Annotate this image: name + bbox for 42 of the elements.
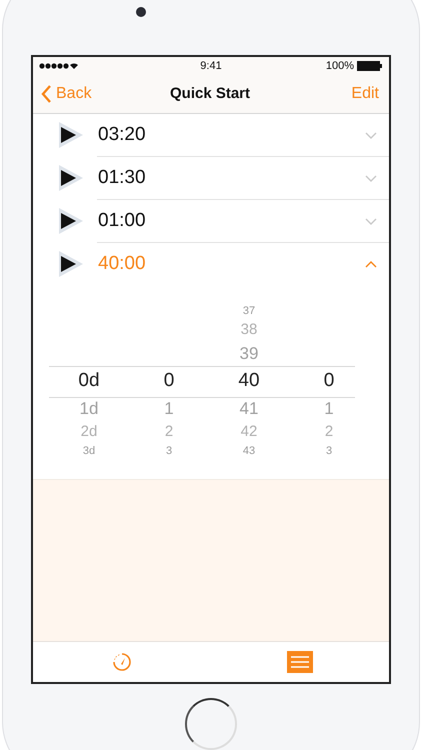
picker-option[interactable]: 1d (80, 396, 98, 421)
picker-option[interactable]: 1 (164, 396, 174, 421)
chevron-down-icon[interactable] (365, 174, 377, 182)
picker-selected-value[interactable]: 0d (78, 366, 100, 396)
picker-selected-value[interactable]: 0 (324, 366, 334, 396)
play-icon[interactable] (57, 207, 85, 236)
picker-selected-value[interactable]: 0 (164, 366, 174, 396)
picker-option[interactable]: 1 (324, 396, 334, 421)
battery-percent: 100% (326, 60, 354, 72)
battery-icon (357, 60, 383, 71)
picker-option[interactable]: 2 (164, 420, 174, 443)
signal-wifi-icon (39, 62, 81, 70)
picker-option[interactable]: 42 (240, 420, 258, 443)
picker-option[interactable]: 3 (326, 442, 332, 459)
picker-selected-value[interactable]: 40 (238, 366, 260, 396)
picker-option[interactable]: 38 (240, 318, 258, 341)
preset-time[interactable]: 01:30 (98, 167, 365, 190)
play-icon[interactable] (57, 121, 85, 150)
play-icon[interactable] (57, 164, 85, 192)
preset-time[interactable]: 01:00 (98, 210, 365, 232)
status-time: 9:41 (200, 60, 222, 72)
home-button[interactable] (185, 698, 237, 750)
picker-option[interactable]: 37 (242, 302, 256, 319)
screen-title: Quick Start (170, 85, 250, 102)
list-tab[interactable] (287, 651, 313, 674)
back-button[interactable]: Back (41, 84, 92, 103)
preset-time[interactable]: 03:20 (98, 124, 365, 146)
picker-option[interactable]: 3 (166, 442, 172, 459)
chevron-up-icon[interactable] (365, 260, 377, 268)
chevron-left-icon (41, 84, 52, 103)
picker-option[interactable]: 39 (240, 340, 258, 366)
chevron-down-icon[interactable] (365, 132, 377, 139)
picker-option[interactable]: 2d (80, 420, 98, 443)
picker-option[interactable]: 2 (324, 420, 334, 443)
preset-time[interactable]: 40:00 (98, 253, 365, 276)
picker-option[interactable]: 41 (240, 396, 258, 421)
chevron-down-icon[interactable] (365, 218, 377, 225)
picker-option[interactable]: 3d (82, 442, 96, 459)
edit-button[interactable]: Edit (351, 84, 379, 103)
picker-option[interactable]: 43 (242, 442, 256, 459)
timer-tab[interactable] (111, 651, 133, 674)
play-icon[interactable] (57, 250, 85, 278)
